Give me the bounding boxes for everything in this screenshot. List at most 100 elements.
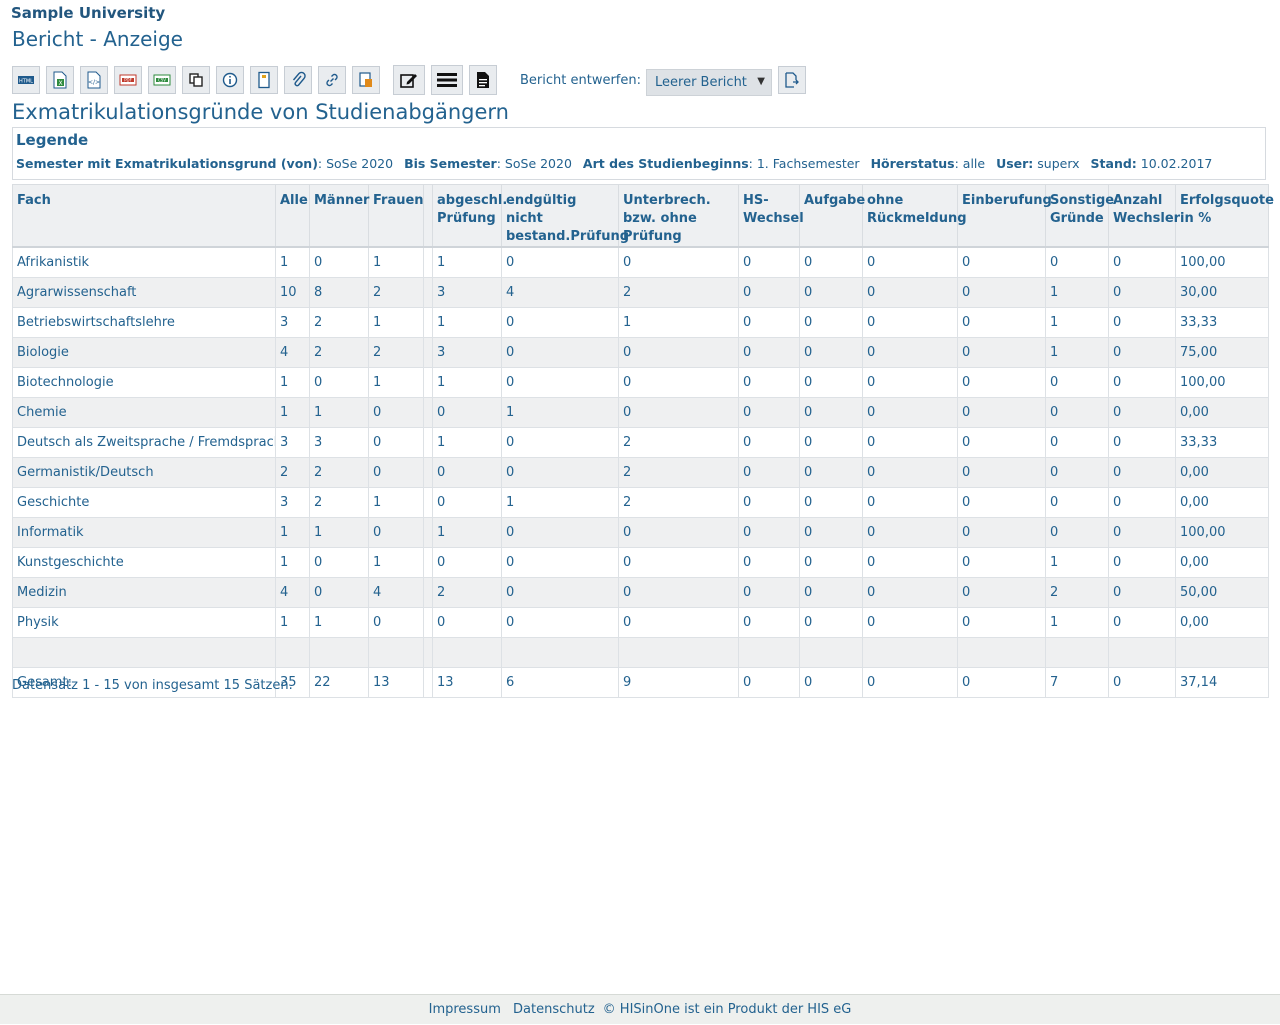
legend-label: User: [996,156,1034,171]
subject-cell: Kunstgeschichte [12,547,276,578]
value-cell: 0 [368,517,424,548]
notes-button[interactable] [352,66,380,94]
value-cell: 1 [618,307,739,338]
column-header[interactable]: abgeschl. Prüfung [432,184,507,248]
column-header[interactable]: Aufgabe [799,184,865,248]
notes-icon [359,72,372,87]
value-cell: 1 [432,307,502,338]
value-cell: 0 [368,397,424,428]
value-cell: 0 [501,607,619,638]
xml-export-button[interactable]: </> [80,66,108,94]
legend-value: superx [1037,156,1080,171]
value-cell: 0 [618,246,739,278]
svg-text:X: X [58,80,62,87]
report-title: Exmatrikulationsgründe von Studienabgäng… [12,100,509,124]
value-cell: 0 [1045,487,1109,518]
value-cell: 0 [862,277,958,308]
column-header[interactable]: Anzahl Wechsler [1108,184,1180,248]
value-cell: 0 [862,487,958,518]
value-cell: 0 [1108,487,1176,518]
edit-report-icon [400,74,417,88]
value-cell: 0 [1045,367,1109,398]
value-cell: 0 [618,577,739,608]
value-cell: 1 [432,517,502,548]
link-icon [326,73,338,87]
column-header[interactable]: Erfolgsquote in % [1175,184,1274,248]
column-header[interactable]: Männer [309,184,369,248]
value-cell: 0 [432,397,502,428]
value-cell [423,457,433,488]
value-cell: 0 [957,337,1046,368]
pdf-export-icon: PDF [119,74,137,86]
copy-button[interactable] [182,66,210,94]
value-cell: 1 [368,487,424,518]
column-header[interactable]: Alle [275,184,310,248]
value-cell: 0,00 [1175,547,1269,578]
subject-cell: Informatik [12,517,276,548]
value-cell: 0 [738,337,800,368]
table-row: Deutsch als Zweitsprache / Fremdsprache 3… [12,427,1269,458]
value-cell: 37,14 [1175,667,1269,698]
value-cell: 2 [1045,577,1109,608]
pdf-export-button[interactable]: PDF [114,66,142,94]
value-cell: 0 [1108,246,1176,278]
value-cell: 1 [432,246,502,278]
value-cell: 0 [799,607,863,638]
footer: Impressum Datenschutz © HISinOne ist ein … [0,994,1280,1024]
column-header[interactable]: HS-Wechsel [738,184,804,248]
excel-export-button[interactable]: X [46,66,74,94]
column-header[interactable]: Frauen [368,184,424,248]
attachment-button[interactable] [284,66,312,94]
value-cell: 0 [862,246,958,278]
value-cell [423,577,433,608]
value-cell [501,637,619,668]
value-cell: 0 [1108,667,1176,698]
design-report-select[interactable]: Leerer Bericht ▼ [646,68,772,96]
svg-text:HTML: HTML [19,79,33,85]
subject-cell: Agrarwissenschaft [12,277,276,308]
edit-layout-button[interactable] [431,65,463,95]
open-design-button[interactable] [777,66,806,94]
value-cell: 0 [1108,367,1176,398]
html-export-button[interactable]: HTML [12,66,40,94]
value-cell: 0 [738,667,800,698]
table-row: Biotechnologie 1 0 1 1 0 0 0 0 0 0 0 0 100,00 [12,367,1269,398]
table-layout-button[interactable] [469,65,497,95]
value-cell: 0 [1045,246,1109,278]
edit-report-button[interactable] [393,65,425,95]
report-table: Fach Alle Männer Frauen abgeschl. Prüfung end… [12,184,1274,698]
notebook-button[interactable] [250,66,278,94]
value-cell: 0 [1108,577,1176,608]
value-cell: 3 [432,337,502,368]
column-header[interactable]: Einberufung [957,184,1052,248]
value-cell: 100,00 [1175,246,1269,278]
value-cell: 0 [957,547,1046,578]
column-header[interactable]: Fach [12,184,276,248]
value-cell: 0 [618,367,739,398]
value-cell: 1 [275,607,310,638]
column-header[interactable]: ohne Rückmeldung [862,184,967,248]
link-button[interactable] [318,66,346,94]
svg-text:PDF: PDF [124,78,132,83]
impressum-link[interactable]: Impressum [429,1002,501,1017]
value-cell: 1 [368,547,424,578]
value-cell: 4 [368,577,424,608]
value-cell [423,397,433,428]
value-cell: 33,33 [1175,427,1269,458]
csv-export-button[interactable]: CSV [148,66,176,94]
value-cell: 1 [432,427,502,458]
datenschutz-link[interactable]: Datenschutz [513,1002,595,1017]
column-header[interactable]: Sonstige Gründe [1045,184,1114,248]
design-report-value: Leerer Bericht [655,74,747,90]
xml-export-icon: </> [87,71,101,89]
legend-value: 10.02.2017 [1140,156,1213,171]
info-button[interactable] [216,66,244,94]
column-header[interactable] [423,184,433,248]
value-cell: 0 [1108,457,1176,488]
value-cell: 10 [275,277,310,308]
value-cell: 0 [618,397,739,428]
column-header[interactable]: Unterbrech. bzw. ohne Prüfung [618,184,739,248]
value-cell: 0 [738,517,800,548]
value-cell: 0 [862,577,958,608]
column-header[interactable]: endgültig nicht bestand.Prüfung [501,184,629,248]
